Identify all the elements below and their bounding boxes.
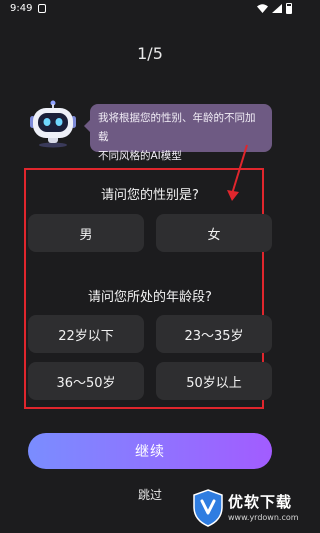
notification-icon xyxy=(38,4,46,13)
assistant-speech-bubble: 我将根据您的性别、年龄的不同加载 不同风格的AI模型 xyxy=(84,104,272,162)
gender-option-female[interactable]: 女 xyxy=(156,214,272,252)
status-time: 9:49 xyxy=(10,3,33,14)
gender-option-male[interactable]: 男 xyxy=(28,214,144,252)
shield-logo-icon xyxy=(193,489,223,527)
watermark: 优软下载 www.yrdown.com xyxy=(190,487,299,529)
status-icons xyxy=(257,3,292,14)
watermark-name: 优软下载 xyxy=(228,493,293,511)
age-option-under-22[interactable]: 22岁以下 xyxy=(28,315,144,353)
watermark-url: www.yrdown.com xyxy=(228,513,299,522)
signal-icon xyxy=(272,4,282,13)
battery-icon xyxy=(286,3,292,14)
continue-button[interactable]: 继续 xyxy=(28,433,272,469)
robot-avatar-icon xyxy=(30,100,76,148)
bubble-line-1: 我将根据您的性别、年龄的不同加载 xyxy=(98,112,256,143)
age-option-36-50[interactable]: 36～50岁 xyxy=(28,362,144,400)
gender-question-title: 请问您的性别是? xyxy=(101,188,199,203)
age-option-23-35[interactable]: 23～35岁 xyxy=(156,315,272,353)
age-question-title: 请问您所处的年龄段? xyxy=(88,290,212,305)
progress-indicator: 1/5 xyxy=(137,44,163,63)
bubble-line-2: 不同风格的AI模型 xyxy=(98,150,182,162)
status-bar: 9:49 xyxy=(0,0,300,20)
age-option-over-50[interactable]: 50岁以上 xyxy=(156,362,272,400)
wifi-icon xyxy=(257,4,268,13)
